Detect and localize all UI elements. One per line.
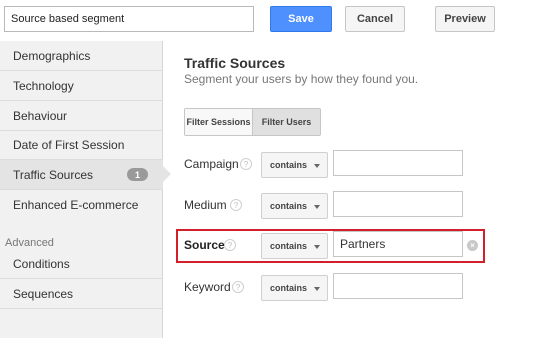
cancel-button[interactable]: Cancel xyxy=(345,6,405,32)
page-title: Traffic Sources xyxy=(184,55,286,71)
filter-row-campaign: Campaign ? contains xyxy=(184,150,484,178)
clear-icon[interactable]: × xyxy=(467,240,478,251)
chevron-down-icon xyxy=(314,205,320,209)
advanced-section-label: Advanced xyxy=(5,237,54,249)
chevron-down-icon xyxy=(314,164,320,168)
sidebar-item-sequences[interactable]: Sequences xyxy=(0,279,163,309)
sidebar-item-technology[interactable]: Technology xyxy=(0,71,163,101)
sidebar-item-date-of-first-session[interactable]: Date of First Session xyxy=(0,130,163,160)
operator-dropdown[interactable]: contains xyxy=(261,152,328,178)
save-button[interactable]: Save xyxy=(270,6,332,32)
filter-row-source: Source ? contains × xyxy=(184,231,484,259)
field-label: Keyword xyxy=(184,280,231,294)
value-input[interactable] xyxy=(333,231,463,257)
preview-button[interactable]: Preview xyxy=(435,6,495,32)
segment-name-input[interactable] xyxy=(4,6,254,32)
filter-scope-toggle: Filter Sessions Filter Users xyxy=(184,108,321,136)
sidebar-item-label: Enhanced E-commerce xyxy=(13,198,139,212)
sidebar: Demographics Technology Behaviour Date o… xyxy=(0,41,163,338)
sidebar-item-traffic-sources[interactable]: Traffic Sources 1 xyxy=(0,160,163,190)
sidebar-item-label: Sequences xyxy=(13,286,74,301)
field-label: Source xyxy=(184,238,225,252)
sidebar-item-label: Technology xyxy=(13,78,74,93)
operator-dropdown[interactable]: contains xyxy=(261,233,328,259)
sidebar-item-conditions[interactable]: Conditions xyxy=(0,249,163,279)
field-label: Medium xyxy=(184,198,227,212)
help-icon[interactable]: ? xyxy=(224,239,236,251)
operator-dropdown[interactable]: contains xyxy=(261,193,328,219)
sidebar-item-demographics[interactable]: Demographics xyxy=(0,41,163,71)
field-label: Campaign xyxy=(184,157,239,171)
value-input[interactable] xyxy=(333,191,463,217)
help-icon[interactable]: ? xyxy=(240,158,252,170)
sidebar-item-label: Demographics xyxy=(13,48,91,63)
filter-users-button[interactable]: Filter Users xyxy=(253,109,320,135)
help-icon[interactable]: ? xyxy=(230,199,242,211)
filter-row-medium: Medium ? contains xyxy=(184,191,484,219)
sidebar-item-label: Traffic Sources xyxy=(13,167,94,182)
help-icon[interactable]: ? xyxy=(232,281,244,293)
chevron-down-icon xyxy=(314,287,320,291)
page-subtitle: Segment your users by how they found you… xyxy=(184,72,419,86)
sidebar-item-label: Conditions xyxy=(13,256,70,271)
sidebar-item-enhanced-ecommerce[interactable]: Enhanced E-commerce xyxy=(0,190,163,220)
chevron-down-icon xyxy=(314,245,320,249)
sidebar-item-label: Behaviour xyxy=(13,108,68,123)
sidebar-item-behaviour[interactable]: Behaviour xyxy=(0,101,163,131)
value-input[interactable] xyxy=(333,273,463,299)
sidebar-item-label: Date of First Session xyxy=(13,137,125,152)
operator-dropdown[interactable]: contains xyxy=(261,275,328,301)
active-pointer-arrow xyxy=(163,166,171,182)
filter-row-keyword: Keyword ? contains xyxy=(184,273,484,301)
filter-sessions-button[interactable]: Filter Sessions xyxy=(185,109,253,135)
count-badge: 1 xyxy=(127,168,148,181)
value-input[interactable] xyxy=(333,150,463,176)
